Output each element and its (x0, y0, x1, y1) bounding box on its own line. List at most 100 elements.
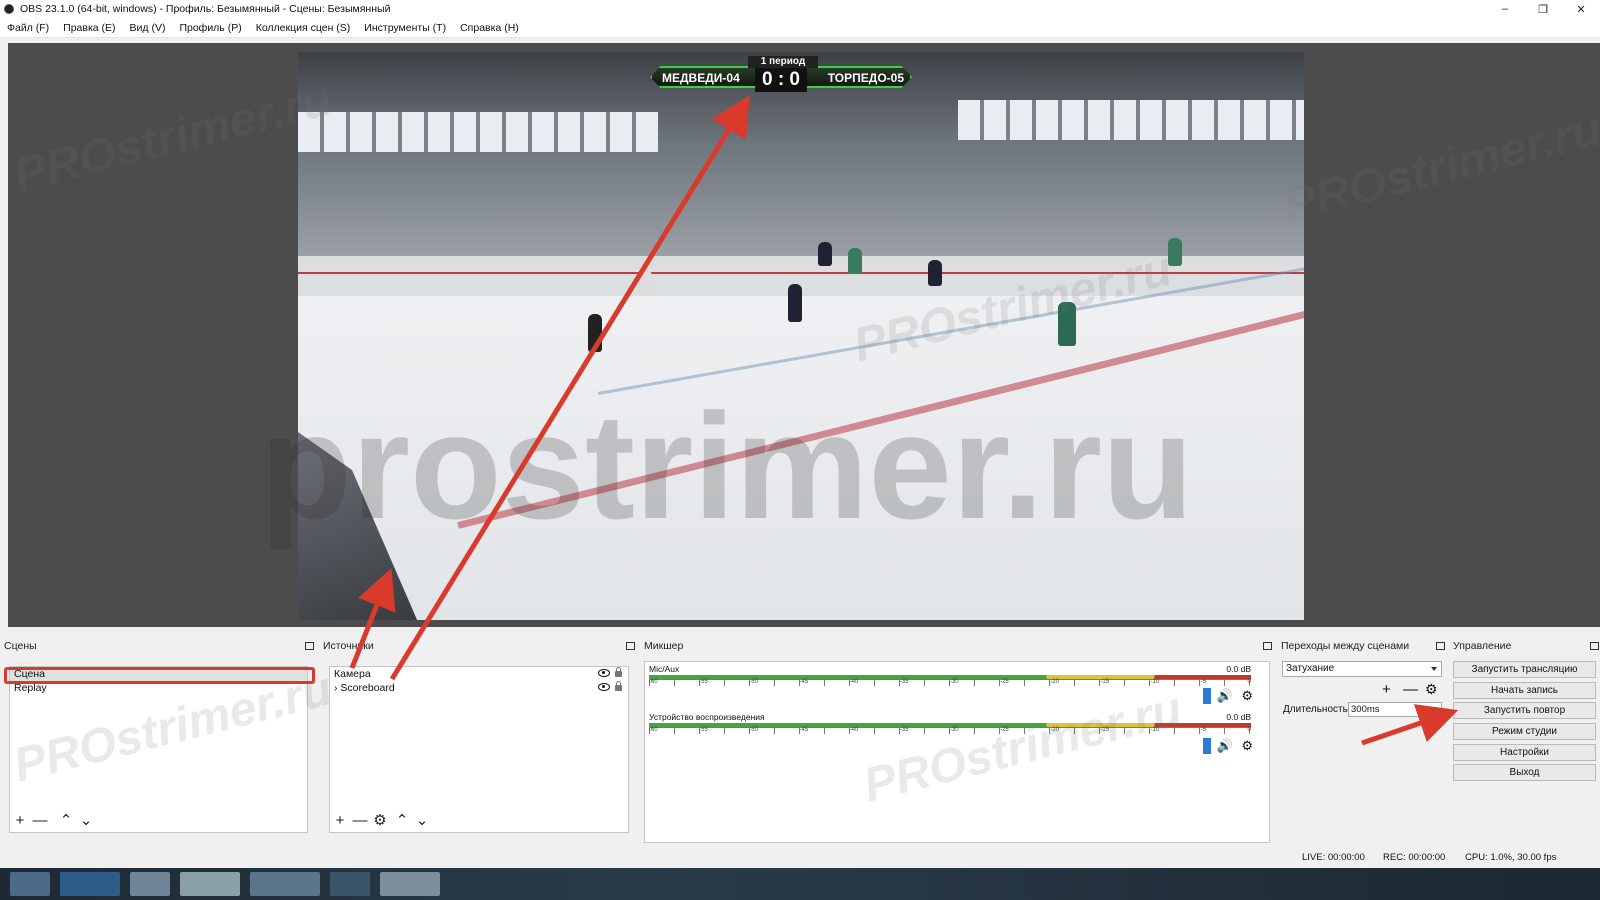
remove-transition-button[interactable]: — (1403, 681, 1418, 698)
gear-icon[interactable]: ⚙ (373, 813, 387, 828)
scale-label: 0 (1247, 727, 1251, 733)
scale-label: -50 (749, 727, 758, 733)
scale-label: -40 (849, 679, 859, 685)
start-replay-buffer-button[interactable]: Запустить повтор (1453, 702, 1596, 719)
scenes-toolbar: + — ⌃ ⌄ (13, 813, 93, 828)
taskbar-app[interactable] (380, 872, 440, 896)
volume-slider-handle[interactable] (1203, 688, 1211, 704)
scale-label: -45 (799, 727, 809, 733)
scale-label: -15 (1100, 679, 1110, 685)
scale-label: -40 (849, 727, 859, 733)
referee (588, 314, 602, 352)
remove-source-button[interactable]: — (353, 813, 368, 828)
scoreboard-overlay: МЕДВЕДИ-04 ТОРПЕДО-05 0 : 0 1 период (650, 56, 912, 92)
status-cpu: CPU: 1.0%, 30.00 fps (1465, 852, 1557, 863)
taskbar-app[interactable] (130, 872, 170, 896)
move-up-icon[interactable]: ⌃ (395, 813, 409, 828)
move-down-icon[interactable]: ⌄ (79, 813, 93, 828)
scale-label: -55 (699, 727, 708, 733)
maximize-button[interactable]: ❐ (1524, 0, 1562, 18)
scale-label: -30 (949, 727, 959, 733)
chevron-down-icon (1431, 667, 1437, 674)
source-label: Камера (334, 668, 371, 680)
float-dock-icon[interactable] (305, 642, 314, 650)
track-db: 0.0 dB (1226, 664, 1251, 674)
gear-icon[interactable]: ⚙ (1241, 688, 1253, 704)
track-name: Устройство воспроизведения (649, 712, 765, 722)
menu-edit[interactable]: Правка (E) (56, 22, 122, 34)
scale-label: -5 (1200, 679, 1207, 685)
taskbar-app[interactable] (180, 872, 240, 896)
home-team: МЕДВЕДИ-04 (662, 71, 740, 85)
menu-view[interactable]: Вид (V) (123, 22, 173, 34)
player (788, 284, 802, 322)
player (848, 248, 862, 274)
taskbar (0, 868, 1600, 900)
lock-icon[interactable] (615, 667, 622, 677)
window-controls: – ❐ ✕ (1486, 0, 1600, 18)
gear-icon[interactable]: ⚙ (1241, 738, 1253, 754)
player (638, 270, 652, 296)
exit-button[interactable]: Выход (1453, 764, 1596, 781)
move-down-icon[interactable]: ⌄ (415, 813, 429, 828)
remove-scene-button[interactable]: — (33, 813, 48, 828)
scale-label: 0 (1247, 679, 1251, 685)
volume-slider-handle[interactable] (1203, 738, 1211, 754)
score: 0 : 0 (755, 68, 807, 92)
duration-input[interactable]: 300ms (1348, 702, 1442, 717)
scenes-dock-title: Сцены (4, 640, 37, 652)
transition-selected-value: Затухание (1286, 663, 1335, 674)
eye-icon[interactable] (598, 683, 610, 691)
float-dock-icon[interactable] (1436, 642, 1445, 650)
add-scene-button[interactable]: + (13, 813, 27, 828)
taskbar-app[interactable] (330, 872, 370, 896)
close-button[interactable]: ✕ (1562, 0, 1600, 18)
scale-label: -20 (1050, 679, 1059, 685)
settings-button[interactable]: Настройки (1453, 744, 1596, 761)
menu-scene-collection[interactable]: Коллекция сцен (S) (249, 22, 358, 34)
scale-label: -35 (899, 679, 909, 685)
duration-label: Длительность (1283, 704, 1348, 715)
start-recording-button[interactable]: Начать запись (1453, 682, 1596, 699)
obs-app-icon (4, 4, 14, 14)
track-db: 0.0 dB (1226, 712, 1251, 722)
player (818, 242, 832, 266)
scale-label: -60 (649, 679, 658, 685)
add-transition-button[interactable]: + (1382, 681, 1391, 698)
float-dock-icon[interactable] (626, 642, 635, 650)
arrow-to-replay-button (1361, 704, 1459, 746)
lock-icon[interactable] (615, 681, 622, 691)
taskbar-app[interactable] (60, 872, 120, 896)
speaker-icon[interactable]: 🔊 (1217, 738, 1233, 754)
player (1168, 238, 1182, 266)
scale-label: -25 (1000, 679, 1009, 685)
sources-toolbar: + — ⚙ ⌃ ⌄ (333, 813, 429, 828)
menu-profile[interactable]: Профиль (P) (172, 22, 248, 34)
eye-icon[interactable] (598, 669, 610, 677)
speaker-icon[interactable]: 🔊 (1217, 688, 1233, 704)
studio-mode-button[interactable]: Режим студии (1453, 723, 1596, 740)
move-up-icon[interactable]: ⌃ (59, 813, 73, 828)
source-item-camera[interactable]: Камера (330, 667, 628, 681)
float-dock-icon[interactable] (1263, 642, 1272, 650)
sources-dock-title: Источники (323, 640, 374, 652)
scale-label: -60 (649, 727, 658, 733)
source-item-scoreboard[interactable]: › Scoreboard (330, 681, 628, 695)
menu-help[interactable]: Справка (H) (453, 22, 526, 34)
add-source-button[interactable]: + (333, 813, 347, 828)
float-dock-icon[interactable] (1590, 642, 1599, 650)
minimize-button[interactable]: – (1486, 0, 1524, 18)
start-streaming-button[interactable]: Запустить трансляцию (1453, 661, 1596, 678)
scale-label: -55 (699, 679, 708, 685)
taskbar-app[interactable] (250, 872, 320, 896)
gear-icon[interactable]: ⚙ (1425, 681, 1438, 698)
controls-dock-title: Управление (1453, 640, 1512, 652)
sources-list[interactable]: Камера › Scoreboard (329, 666, 629, 833)
transition-select[interactable]: Затухание (1282, 661, 1442, 677)
group-expand-icon[interactable]: › (334, 682, 338, 694)
taskbar-app[interactable] (10, 872, 50, 896)
source-label: Scoreboard (340, 682, 395, 694)
title-bar: OBS 23.1.0 (64-bit, windows) - Профиль: … (0, 0, 1600, 18)
menu-file[interactable]: Файл (F) (0, 22, 56, 34)
menu-tools[interactable]: Инструменты (T) (357, 22, 453, 34)
